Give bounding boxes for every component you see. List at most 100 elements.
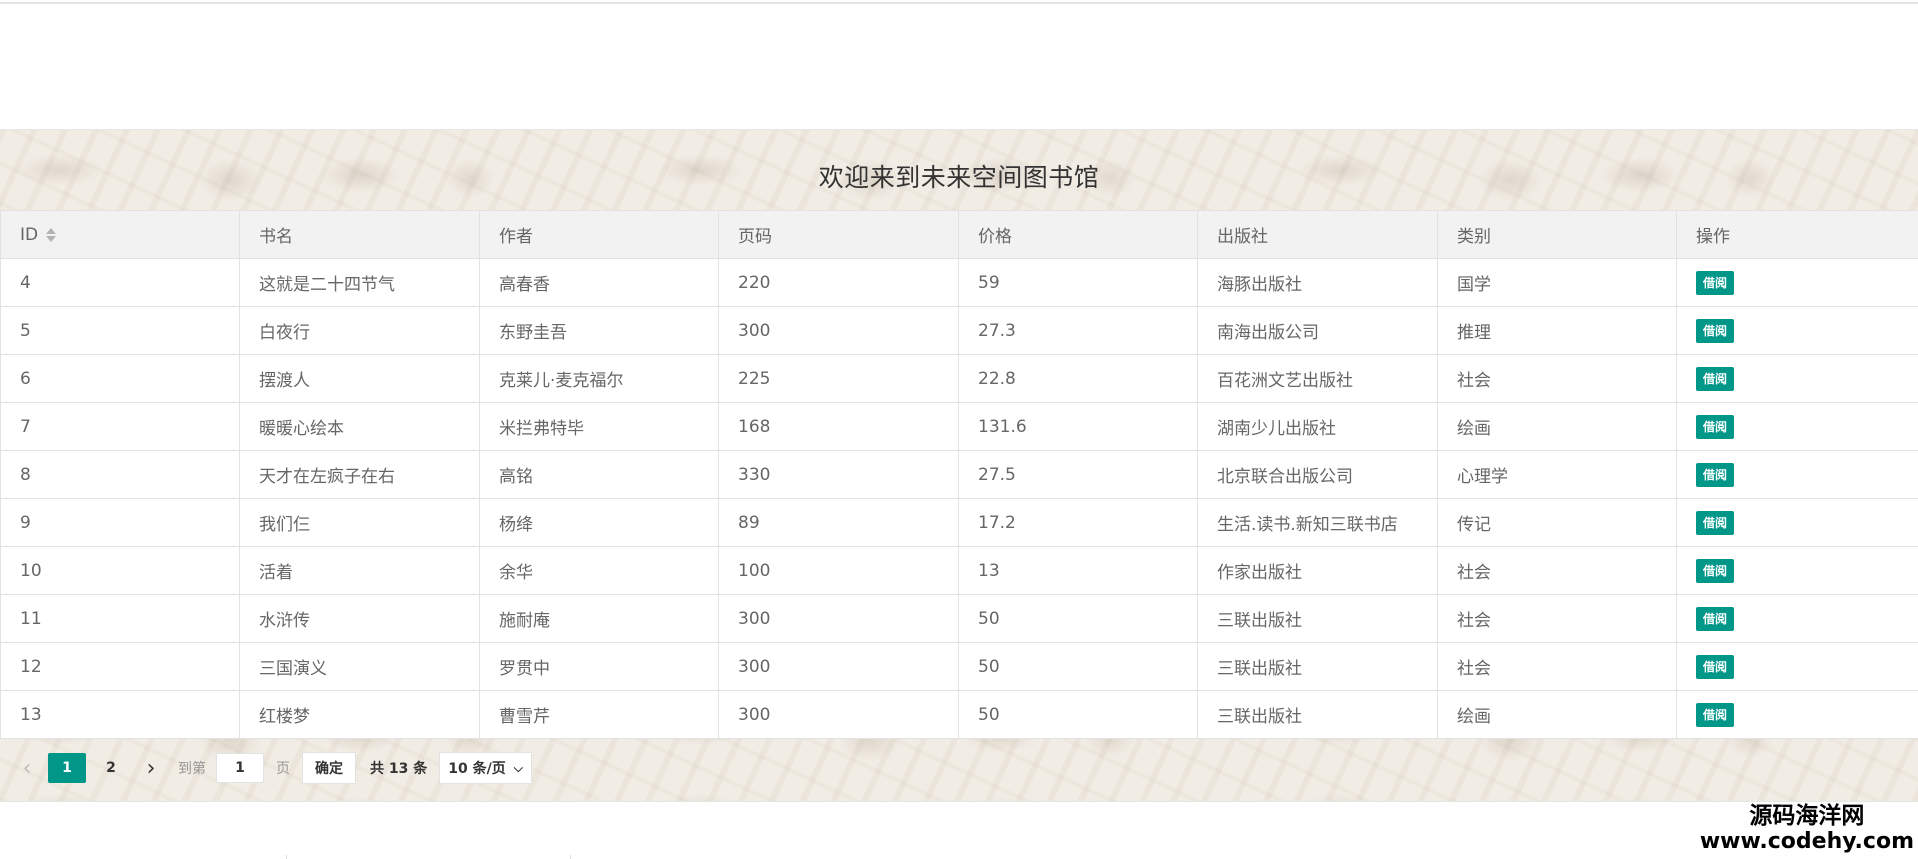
table-row: 6 摆渡人 克莱儿·麦克福尔 225 22.8 百花洲文艺出版社 社会 借阅: [0, 354, 1918, 403]
cell-publisher: 三联出版社: [1197, 642, 1438, 691]
col-header-name: 书名: [239, 210, 480, 259]
table-row: 12 三国演义 罗贯中 300 50 三联出版社 社会 借阅: [0, 642, 1918, 691]
cell-book-name: 我们仨: [239, 498, 480, 547]
borrow-button[interactable]: 借阅: [1696, 702, 1735, 727]
cell-book-name: 这就是二十四节气: [239, 258, 480, 307]
cell-price: 22.8: [958, 354, 1198, 403]
cell-category: 社会: [1437, 354, 1677, 403]
page-unit-label: 页: [276, 761, 290, 777]
total-count: 共 13 条: [370, 761, 428, 777]
borrow-button[interactable]: 借阅: [1696, 366, 1735, 391]
cell-price: 27.5: [958, 450, 1198, 499]
cell-id: 13: [0, 690, 240, 739]
borrow-button[interactable]: 借阅: [1696, 462, 1735, 487]
cell-publisher: 湖南少儿出版社: [1197, 402, 1438, 451]
borrow-button[interactable]: 借阅: [1696, 558, 1735, 583]
sort-icon[interactable]: [46, 227, 57, 243]
cell-author: 高春香: [479, 258, 719, 307]
goto-label: 到第: [178, 761, 206, 777]
page-title: 欢迎来到未来空间图书馆: [818, 163, 1100, 192]
cell-id: 12: [0, 642, 240, 691]
cell-price: 13: [958, 546, 1198, 595]
cell-pages: 300: [718, 642, 959, 691]
divider: [286, 855, 287, 859]
cell-action: 借阅: [1676, 402, 1918, 451]
cell-author: 东野圭吾: [479, 306, 719, 355]
cell-author: 罗贯中: [479, 642, 719, 691]
watermark: 源码海洋网 www.codehy.com: [1700, 803, 1914, 855]
books-table: ID 书名 作者 页码 价格 出版社 类别 操作 4 这就是二十四节气 高春香 220…: [0, 210, 1918, 739]
watermark-cn: 源码海洋网: [1749, 803, 1865, 829]
cell-book-name: 水浒传: [239, 594, 480, 643]
borrow-button[interactable]: 借阅: [1696, 270, 1735, 295]
cell-price: 17.2: [958, 498, 1198, 547]
cell-category: 社会: [1437, 594, 1677, 643]
borrow-button[interactable]: 借阅: [1696, 606, 1735, 631]
cell-id: 4: [0, 258, 240, 307]
cell-action: 借阅: [1676, 594, 1918, 643]
top-rule: [0, 2, 1918, 4]
cell-action: 借阅: [1676, 642, 1918, 691]
borrow-button[interactable]: 借阅: [1696, 414, 1735, 439]
cell-price: 27.3: [958, 306, 1198, 355]
library-panel: 欢迎来到未来空间图书馆 ID 书名 作者 页码 价格 出版社 类别 操作 4 这就…: [0, 129, 1918, 802]
cell-action: 借阅: [1676, 306, 1918, 355]
cell-category: 国学: [1437, 258, 1677, 307]
cell-pages: 100: [718, 546, 959, 595]
cell-pages: 168: [718, 402, 959, 451]
divider: [570, 855, 571, 859]
cell-pages: 225: [718, 354, 959, 403]
col-header-price: 价格: [958, 210, 1198, 259]
cell-category: 推理: [1437, 306, 1677, 355]
table-row: 13 红楼梦 曹雪芹 300 50 三联出版社 绘画 借阅: [0, 690, 1918, 739]
cell-pages: 300: [718, 690, 959, 739]
cell-author: 高铭: [479, 450, 719, 499]
cell-author: 余华: [479, 546, 719, 595]
cell-price: 50: [958, 690, 1198, 739]
pagination: ‹ 1 2 › 到第 页 确定 共 13 条 10 条/页 ⌵: [0, 736, 1918, 800]
goto-page-input[interactable]: [216, 753, 264, 783]
cell-price: 131.6: [958, 402, 1198, 451]
cell-price: 50: [958, 642, 1198, 691]
cell-publisher: 百花洲文艺出版社: [1197, 354, 1438, 403]
borrow-button[interactable]: 借阅: [1696, 318, 1735, 343]
cell-category: 社会: [1437, 546, 1677, 595]
chevron-right-icon[interactable]: ›: [136, 753, 166, 783]
borrow-button[interactable]: 借阅: [1696, 510, 1735, 535]
cell-pages: 330: [718, 450, 959, 499]
borrow-button[interactable]: 借阅: [1696, 654, 1735, 679]
cell-action: 借阅: [1676, 354, 1918, 403]
cell-pages: 300: [718, 594, 959, 643]
cell-id: 8: [0, 450, 240, 499]
cell-book-name: 活着: [239, 546, 480, 595]
cell-category: 社会: [1437, 642, 1677, 691]
page-2-button[interactable]: 2: [92, 753, 130, 783]
cell-publisher: 三联出版社: [1197, 594, 1438, 643]
cell-book-name: 三国演义: [239, 642, 480, 691]
cell-action: 借阅: [1676, 258, 1918, 307]
table-row: 8 天才在左疯子在右 高铭 330 27.5 北京联合出版公司 心理学 借阅: [0, 450, 1918, 499]
cell-action: 借阅: [1676, 450, 1918, 499]
cell-id: 7: [0, 402, 240, 451]
cell-action: 借阅: [1676, 546, 1918, 595]
chevron-left-icon[interactable]: ‹: [12, 753, 42, 783]
page-size-value: 10 条/页: [448, 761, 506, 777]
cell-publisher: 海豚出版社: [1197, 258, 1438, 307]
cell-category: 心理学: [1437, 450, 1677, 499]
cell-publisher: 南海出版公司: [1197, 306, 1438, 355]
table-row: 7 暖暖心绘本 米拦弗特毕 168 131.6 湖南少儿出版社 绘画 借阅: [0, 402, 1918, 451]
col-header-id[interactable]: ID: [0, 210, 240, 259]
cell-category: 绘画: [1437, 690, 1677, 739]
confirm-button[interactable]: 确定: [302, 752, 356, 784]
page-1-button[interactable]: 1: [48, 753, 86, 783]
col-header-publisher: 出版社: [1197, 210, 1438, 259]
page-size-select[interactable]: 10 条/页 ⌵: [439, 752, 532, 784]
watermark-url: www.codehy.com: [1699, 829, 1914, 854]
cell-book-name: 红楼梦: [239, 690, 480, 739]
table-row: 11 水浒传 施耐庵 300 50 三联出版社 社会 借阅: [0, 594, 1918, 643]
table-row: 10 活着 余华 100 13 作家出版社 社会 借阅: [0, 546, 1918, 595]
cell-id: 6: [0, 354, 240, 403]
cell-author: 杨绛: [479, 498, 719, 547]
table-row: 5 白夜行 东野圭吾 300 27.3 南海出版公司 推理 借阅: [0, 306, 1918, 355]
cell-action: 借阅: [1676, 690, 1918, 739]
